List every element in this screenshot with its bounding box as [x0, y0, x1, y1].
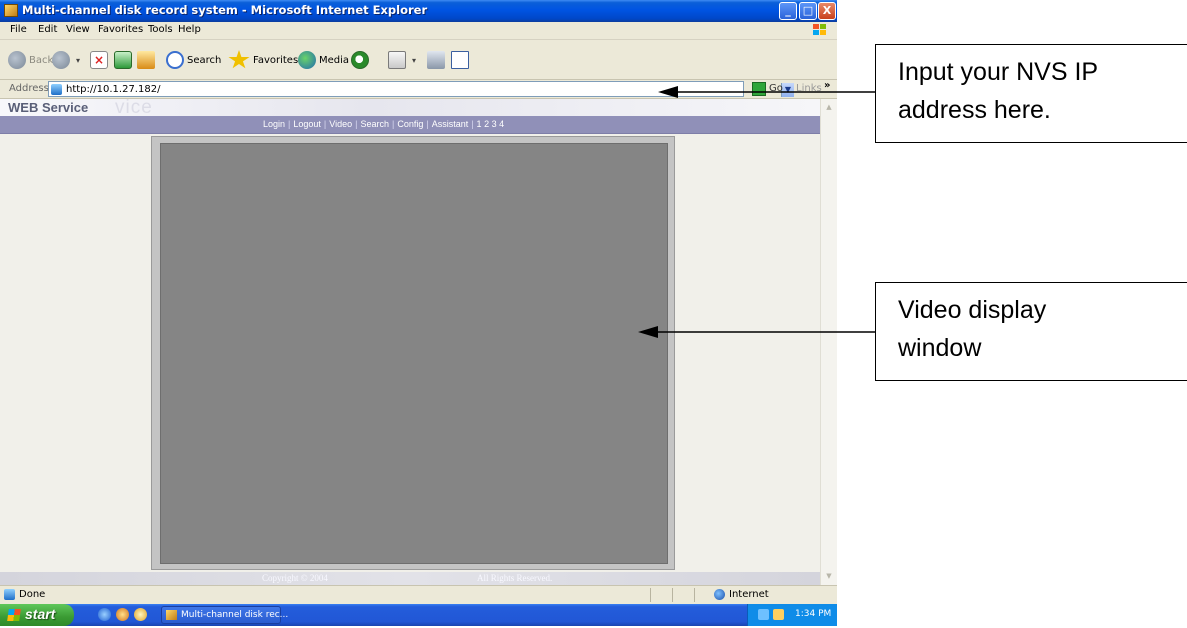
callout-line: window	[898, 334, 982, 362]
video-window-callout: Video display window	[875, 282, 1187, 381]
ip-arrow	[658, 86, 876, 98]
video-arrow	[638, 326, 876, 338]
callout-line: Input your NVS IP	[898, 58, 1099, 86]
ip-address-callout: Input your NVS IP address here.	[875, 44, 1187, 143]
callout-line: Video display	[898, 296, 1047, 324]
callout-line: address here.	[898, 96, 1051, 124]
